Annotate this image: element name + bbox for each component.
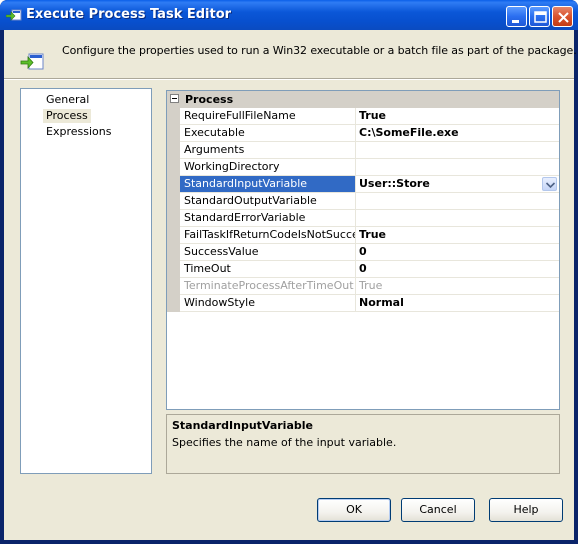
dialog-body: Configure the properties used to run a W… [4,30,577,540]
collapse-icon[interactable] [170,94,179,103]
description-text: Specifies the name of the input variable… [172,436,397,449]
task-icon [5,8,22,22]
property-name: StandardErrorVariable [180,210,356,227]
property-value[interactable]: True [356,108,559,125]
dropdown-button[interactable] [542,177,557,191]
property-value[interactable]: 0 [356,244,559,261]
window-title: Execute Process Task Editor [26,7,232,22]
property-value: True [356,278,559,295]
property-name: StandardOutputVariable [180,193,356,210]
property-value[interactable] [356,210,559,227]
property-value[interactable] [356,159,559,176]
property-row[interactable]: StandardErrorVariable [167,210,559,227]
title-bar[interactable]: Execute Process Task Editor [0,0,578,30]
property-row[interactable]: Arguments [167,142,559,159]
nav-item-process[interactable]: Process [43,109,91,123]
property-value[interactable]: 0 [356,261,559,278]
ok-button[interactable]: OK [317,498,391,522]
property-value[interactable] [356,193,559,210]
property-value[interactable] [356,142,559,159]
property-row[interactable]: FailTaskIfReturnCodeIsNotSuccessValue Tr… [167,227,559,244]
property-row[interactable]: Executable C:\SomeFile.exe [167,125,559,142]
property-name: Executable [180,125,356,142]
nav-item-expressions[interactable]: Expressions [43,125,114,139]
help-button[interactable]: Help [489,498,563,522]
minimize-icon [512,20,519,23]
maximize-button[interactable] [529,6,550,27]
minimize-button[interactable] [506,6,527,27]
execute-process-icon [20,52,44,72]
property-grid: Process RequireFullFileName True Executa… [166,90,560,410]
description-title: StandardInputVariable [172,419,313,432]
property-row-disabled: TerminateProcessAfterTimeOut True [167,278,559,295]
category-label: Process [185,93,234,106]
property-name: WindowStyle [180,295,356,312]
property-name: TimeOut [180,261,356,278]
header-separator [4,78,574,80]
dialog-window: Execute Process Task Editor Configure th… [0,0,578,544]
property-name: Arguments [180,142,356,159]
close-icon [558,12,569,23]
category-header[interactable]: Process [167,91,559,108]
page-list: General Process Expressions [20,88,152,474]
property-row[interactable]: SuccessValue 0 [167,244,559,261]
chevron-down-icon [545,182,556,189]
property-name: SuccessValue [180,244,356,261]
property-row[interactable]: WorkingDirectory [167,159,559,176]
property-name: FailTaskIfReturnCodeIsNotSuccessValue [180,227,356,244]
property-value[interactable]: C:\SomeFile.exe [356,125,559,142]
maximize-icon [534,11,547,23]
property-row[interactable]: StandardOutputVariable [167,193,559,210]
property-row[interactable]: RequireFullFileName True [167,108,559,125]
property-value[interactable]: User::Store [356,176,559,193]
property-value[interactable]: Normal [356,295,559,312]
property-name: TerminateProcessAfterTimeOut [180,278,356,295]
description-panel: StandardInputVariable Specifies the name… [166,414,560,474]
property-row[interactable]: TimeOut 0 [167,261,559,278]
property-name: WorkingDirectory [180,159,356,176]
header-band: Configure the properties used to run a W… [4,30,577,80]
property-name: RequireFullFileName [180,108,356,125]
property-row[interactable]: WindowStyle Normal [167,295,559,312]
header-description: Configure the properties used to run a W… [62,44,577,57]
property-row-selected[interactable]: StandardInputVariable User::Store [167,176,559,193]
property-name: StandardInputVariable [180,176,356,193]
nav-item-general[interactable]: General [43,93,92,107]
property-value[interactable]: True [356,227,559,244]
cancel-button[interactable]: Cancel [401,498,475,522]
close-button[interactable] [552,6,573,27]
